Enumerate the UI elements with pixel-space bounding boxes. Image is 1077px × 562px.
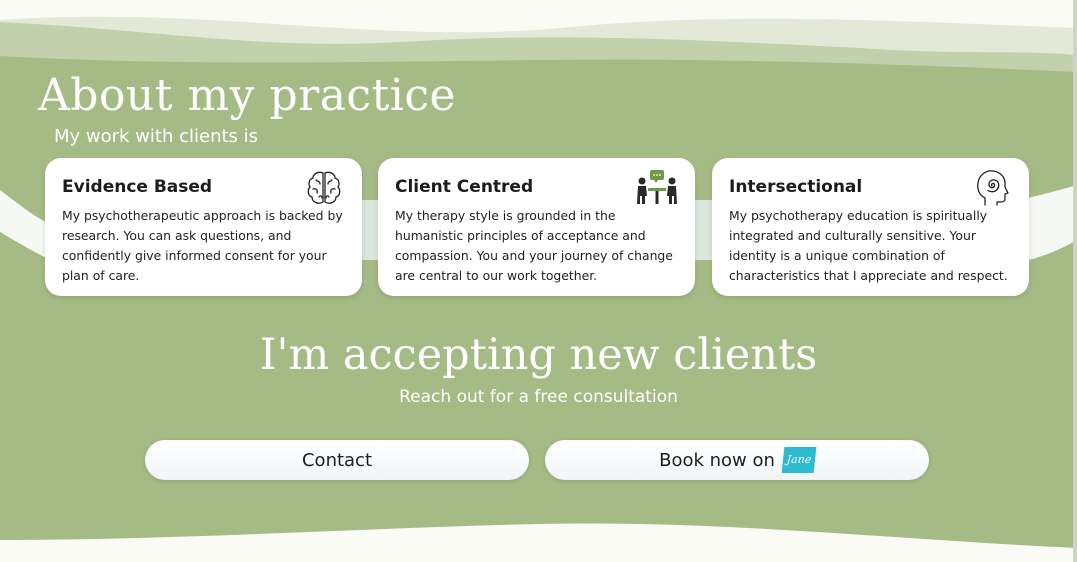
card-intersectional: Intersectional My psychotherapy educatio…	[712, 158, 1029, 296]
about-subtitle: My work with clients is	[54, 126, 259, 147]
contact-button[interactable]: Contact	[145, 440, 529, 480]
head-spiral-icon	[977, 170, 1009, 206]
card-body: My psychotherapeutic approach is backed …	[62, 208, 343, 283]
conversation-icon	[637, 170, 677, 204]
about-title: About my practice	[38, 70, 457, 121]
contact-button-label: Contact	[301, 449, 373, 471]
card-body: My psychotherapy education is spirituall…	[729, 208, 1008, 283]
brain-icon	[307, 171, 341, 204]
cta-title: I'm accepting new clients	[259, 330, 818, 380]
card-evidence-based: Evidence Based My psychotherapeutic appr…	[45, 158, 362, 296]
card-body: My therapy style is grounded in the huma…	[395, 208, 673, 283]
card-client-centred: Client Centred My therapy style is groun…	[378, 158, 695, 296]
jane-logo: Jane	[781, 447, 817, 473]
book-now-button[interactable]: Book now on Jane	[545, 440, 929, 480]
cta-subtitle: Reach out for a free consultation	[399, 387, 678, 407]
scrollbar[interactable]	[1073, 0, 1077, 562]
book-now-label: Book now on	[659, 449, 775, 471]
jane-logo-text: Jane	[785, 453, 812, 466]
